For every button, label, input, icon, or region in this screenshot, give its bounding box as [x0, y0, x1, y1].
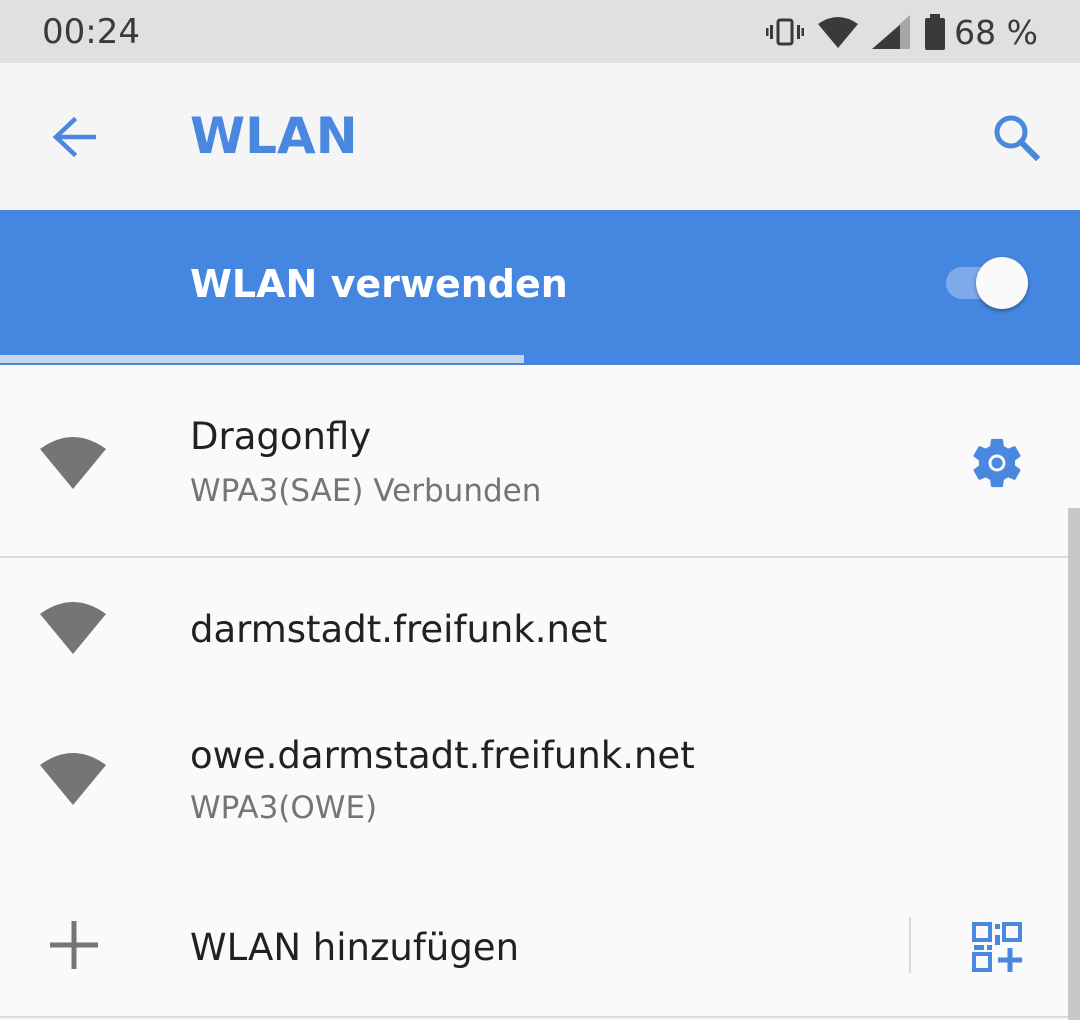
scan-progress-fill [0, 355, 524, 363]
back-button[interactable] [40, 103, 108, 171]
wlan-toggle-switch[interactable] [946, 254, 1032, 314]
wifi-signal-icon [818, 16, 859, 48]
qr-code-scan-button[interactable] [962, 912, 1032, 982]
arrow-back-icon [52, 117, 96, 157]
add-network-label: WLAN hinzufügen [190, 926, 520, 969]
master-switch-label: WLAN verwenden [190, 262, 568, 306]
network-name: darmstadt.freifunk.net [190, 608, 608, 651]
search-icon [994, 115, 1040, 161]
status-icons: 68 % [752, 10, 1038, 54]
app-bar: WLAN [0, 63, 1080, 210]
vibrate-icon [766, 17, 805, 47]
status-bar: 00:24 68 % [0, 0, 1080, 63]
wlan-master-switch-bar[interactable]: WLAN verwenden [0, 210, 1080, 360]
network-summary: WPA3(OWE) [190, 790, 378, 826]
scrollbar[interactable] [1068, 508, 1080, 1020]
qr-code-scan-icon [972, 922, 1022, 972]
network-name: Dragonfly [190, 415, 372, 458]
list-divider [0, 1016, 1068, 1018]
status-time: 00:24 [42, 12, 140, 52]
add-network-item[interactable]: WLAN hinzufügen [0, 878, 1068, 1016]
qr-divider [909, 917, 911, 973]
plus-icon [50, 921, 98, 969]
network-name: owe.darmstadt.freifunk.net [190, 734, 695, 777]
battery-percent: 68 % [954, 12, 1038, 52]
network-summary: WPA3(SAE) Verbunden [190, 473, 542, 509]
page-title: WLAN [190, 107, 358, 165]
cellular-signal-icon [872, 15, 911, 49]
network-settings-button[interactable] [962, 428, 1032, 498]
wifi-signal-full-icon [40, 602, 106, 654]
wifi-signal-full-icon [40, 753, 106, 805]
toggle-thumb [976, 257, 1028, 309]
battery-icon [924, 14, 946, 50]
network-item-darmstadt-freifunk[interactable]: darmstadt.freifunk.net [0, 558, 1068, 698]
network-item-dragonfly[interactable]: Dragonfly WPA3(SAE) Verbunden [0, 365, 1068, 557]
scan-progress-bar [0, 355, 1080, 365]
search-button[interactable] [982, 103, 1050, 171]
wifi-signal-full-icon [40, 437, 106, 489]
gear-icon [973, 438, 1021, 488]
network-item-owe-darmstadt-freifunk[interactable]: owe.darmstadt.freifunk.net WPA3(OWE) [0, 698, 1068, 878]
